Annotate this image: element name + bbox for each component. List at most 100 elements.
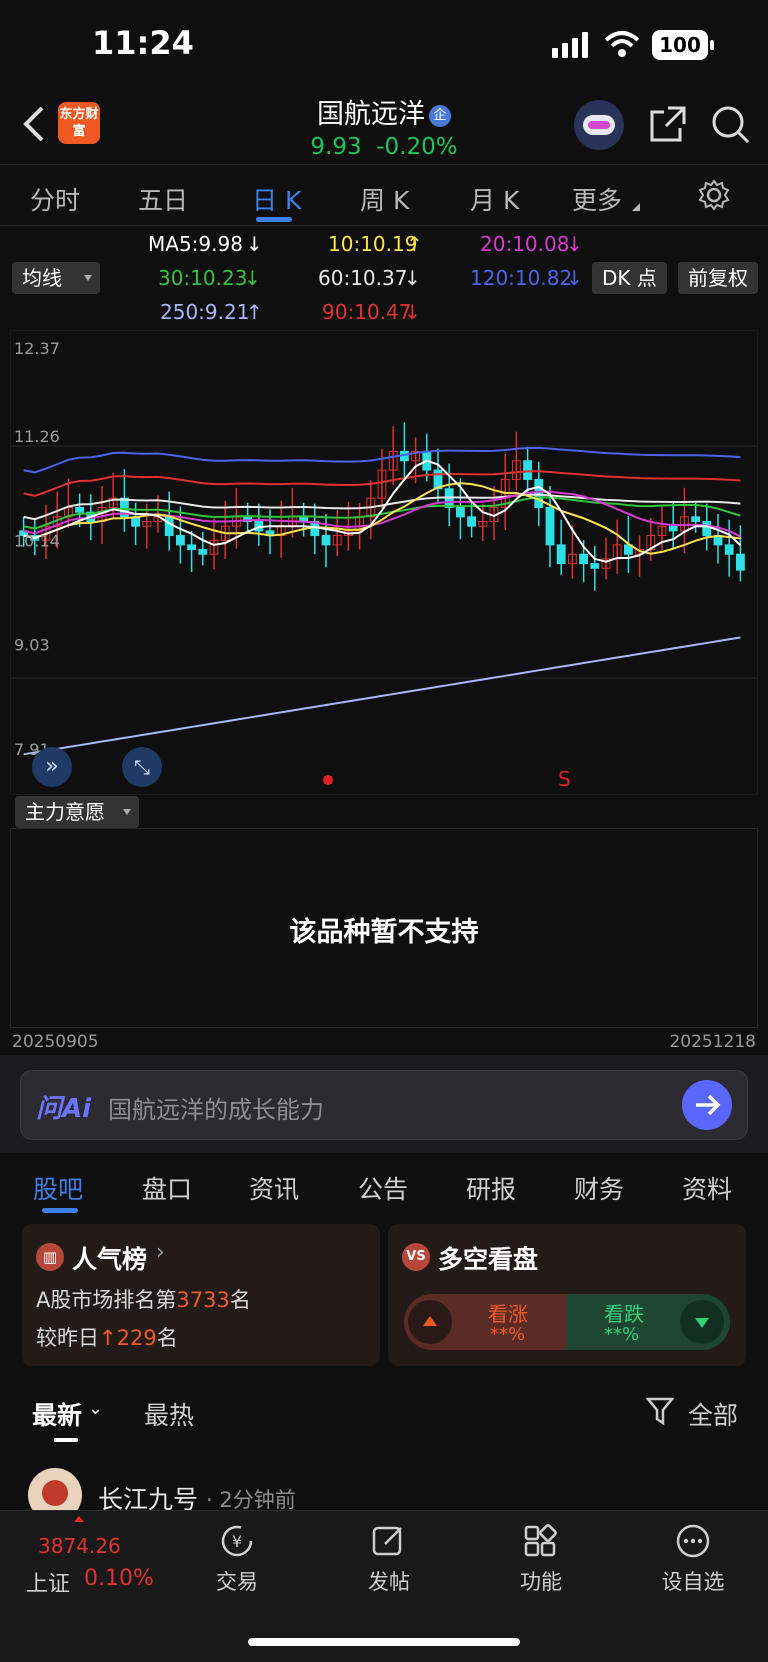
trade-icon: ¥	[221, 1525, 253, 1557]
send-arrow-icon[interactable]	[682, 1080, 732, 1130]
indicator-select[interactable]: 均线	[12, 262, 100, 294]
nav-functions-label: 功能	[520, 1570, 562, 1594]
fullscreen-icon[interactable]: ⤡	[122, 747, 162, 787]
chevron-down-icon	[84, 275, 92, 281]
compose-icon	[372, 1526, 402, 1556]
rank-change: 较昨日↑229名	[36, 1322, 178, 1352]
candle	[198, 549, 208, 555]
ma90-value: 90:10.47	[322, 300, 412, 324]
nav-watchlist-label: 设自选	[661, 1570, 725, 1594]
grid-icon	[524, 1524, 557, 1557]
nav-post[interactable]: 发帖	[334, 1524, 444, 1596]
rank-prefix: A股市场排名第	[36, 1288, 177, 1312]
stock-name-text: 国航远洋	[317, 99, 425, 130]
up-arrow-icon: ↑	[99, 1326, 117, 1350]
indicator-select-label: 均线	[22, 266, 62, 290]
candle	[523, 460, 533, 480]
candle	[668, 525, 678, 532]
wifi-icon	[604, 31, 640, 57]
nav-trade-label: 交易	[216, 1570, 258, 1594]
nav-watchlist[interactable]: 设自选	[638, 1524, 748, 1596]
forum-tab-underline	[42, 1208, 78, 1213]
tab-profile[interactable]: 资料	[682, 1170, 732, 1206]
signal-marker: S	[558, 767, 571, 791]
tab-more[interactable]: 更多	[572, 181, 622, 217]
delta-prefix: 较昨日	[36, 1326, 99, 1350]
tab-announcements[interactable]: 公告	[358, 1170, 408, 1206]
tab-finance[interactable]: 财务	[574, 1170, 624, 1206]
filter-icon[interactable]	[646, 1396, 674, 1426]
period-tabs: 分时 五日 日 K 周 K 月 K 更多	[0, 164, 768, 226]
vote-up-pct: **%	[490, 1324, 526, 1345]
delta-suffix: 名	[156, 1326, 178, 1350]
ma250-arrow: ↑	[246, 300, 263, 324]
ai-logo: 问Ai	[36, 1094, 92, 1124]
expand-right-icon[interactable]: »	[32, 747, 72, 787]
nav-post-label: 发帖	[368, 1570, 410, 1594]
sub-indicator-select[interactable]: 主力意愿	[15, 796, 139, 828]
ma5-value: MA5:9.98	[148, 232, 243, 256]
vote-down-label: 看跌	[604, 1302, 644, 1326]
index-change[interactable]: 0.10%	[84, 1566, 154, 1591]
y-axis-label: 9.03	[14, 635, 50, 654]
ma10-arrow: ↑	[406, 232, 423, 256]
ma60-value: 60:10.37	[318, 266, 408, 290]
ai-query-text[interactable]: 国航远洋的成长能力	[108, 1090, 324, 1125]
price-adjust-button[interactable]: 前复权	[678, 262, 758, 294]
y-axis-label: 12.37	[14, 339, 60, 358]
candle	[545, 506, 555, 546]
latest-underline	[54, 1438, 78, 1442]
candle	[556, 544, 566, 565]
candle	[590, 563, 600, 569]
nav-trade[interactable]: ¥ 交易	[182, 1524, 292, 1596]
nav-functions[interactable]: 功能	[486, 1524, 596, 1596]
index-value[interactable]: 3874.26	[38, 1534, 121, 1558]
vote-up-label: 看涨	[488, 1302, 528, 1326]
ma90-arrow: ↓	[404, 300, 421, 324]
chevron-down-icon: ⌄	[88, 1398, 104, 1419]
tab-five-day[interactable]: 五日	[138, 181, 188, 217]
feed-filter-label[interactable]: 全部	[688, 1396, 738, 1432]
candle	[735, 553, 745, 571]
status-time: 11:24	[92, 24, 194, 62]
current-price: 9.93	[310, 134, 362, 160]
tab-daily-k[interactable]: 日 K	[252, 181, 301, 217]
candle	[691, 516, 701, 523]
signal-icon	[552, 32, 588, 58]
dk-point-button[interactable]: DK 点	[592, 262, 667, 294]
settings-gear-icon[interactable]	[698, 179, 730, 211]
ma30-arrow: ↓	[244, 266, 261, 290]
candle	[75, 506, 85, 513]
assistant-avatar-icon[interactable]	[574, 100, 624, 150]
unsupported-message: 该品种暂不支持	[289, 917, 479, 948]
up-triangle-icon	[408, 1300, 452, 1344]
candle	[534, 478, 544, 508]
feed-latest[interactable]: 最新	[32, 1396, 82, 1432]
tab-quotes[interactable]: 盘口	[142, 1170, 192, 1206]
sub-indicator-label: 主力意愿	[25, 800, 105, 824]
tab-forum[interactable]: 股吧	[33, 1170, 83, 1206]
candle	[702, 521, 712, 537]
tab-research[interactable]: 研报	[466, 1170, 516, 1206]
search-icon[interactable]	[710, 104, 752, 146]
candle	[187, 544, 197, 551]
candle	[724, 544, 734, 555]
chevron-right-icon: ›	[156, 1240, 165, 1265]
delta-value: 229	[116, 1326, 157, 1350]
more-dots-icon	[676, 1524, 710, 1558]
battery-indicator: 100	[652, 30, 714, 60]
candle	[579, 553, 589, 565]
signal-dot	[323, 775, 333, 785]
ma250-value: 250:9.21	[160, 300, 250, 324]
tab-news[interactable]: 资讯	[249, 1170, 299, 1206]
candlestick-chart[interactable]: 12.3711.2610.149.037.91 S	[10, 330, 758, 795]
share-icon[interactable]	[648, 104, 688, 144]
tab-monthly-k[interactable]: 月 K	[470, 181, 519, 217]
tab-intraday[interactable]: 分时	[30, 181, 80, 217]
ma250-line	[23, 636, 741, 756]
index-name[interactable]: 上证	[26, 1566, 70, 1598]
end-date: 20251218	[669, 1032, 756, 1052]
feed-hot[interactable]: 最热	[144, 1396, 194, 1432]
ma30-value: 30:10.23	[158, 266, 248, 290]
tab-weekly-k[interactable]: 周 K	[360, 181, 409, 217]
